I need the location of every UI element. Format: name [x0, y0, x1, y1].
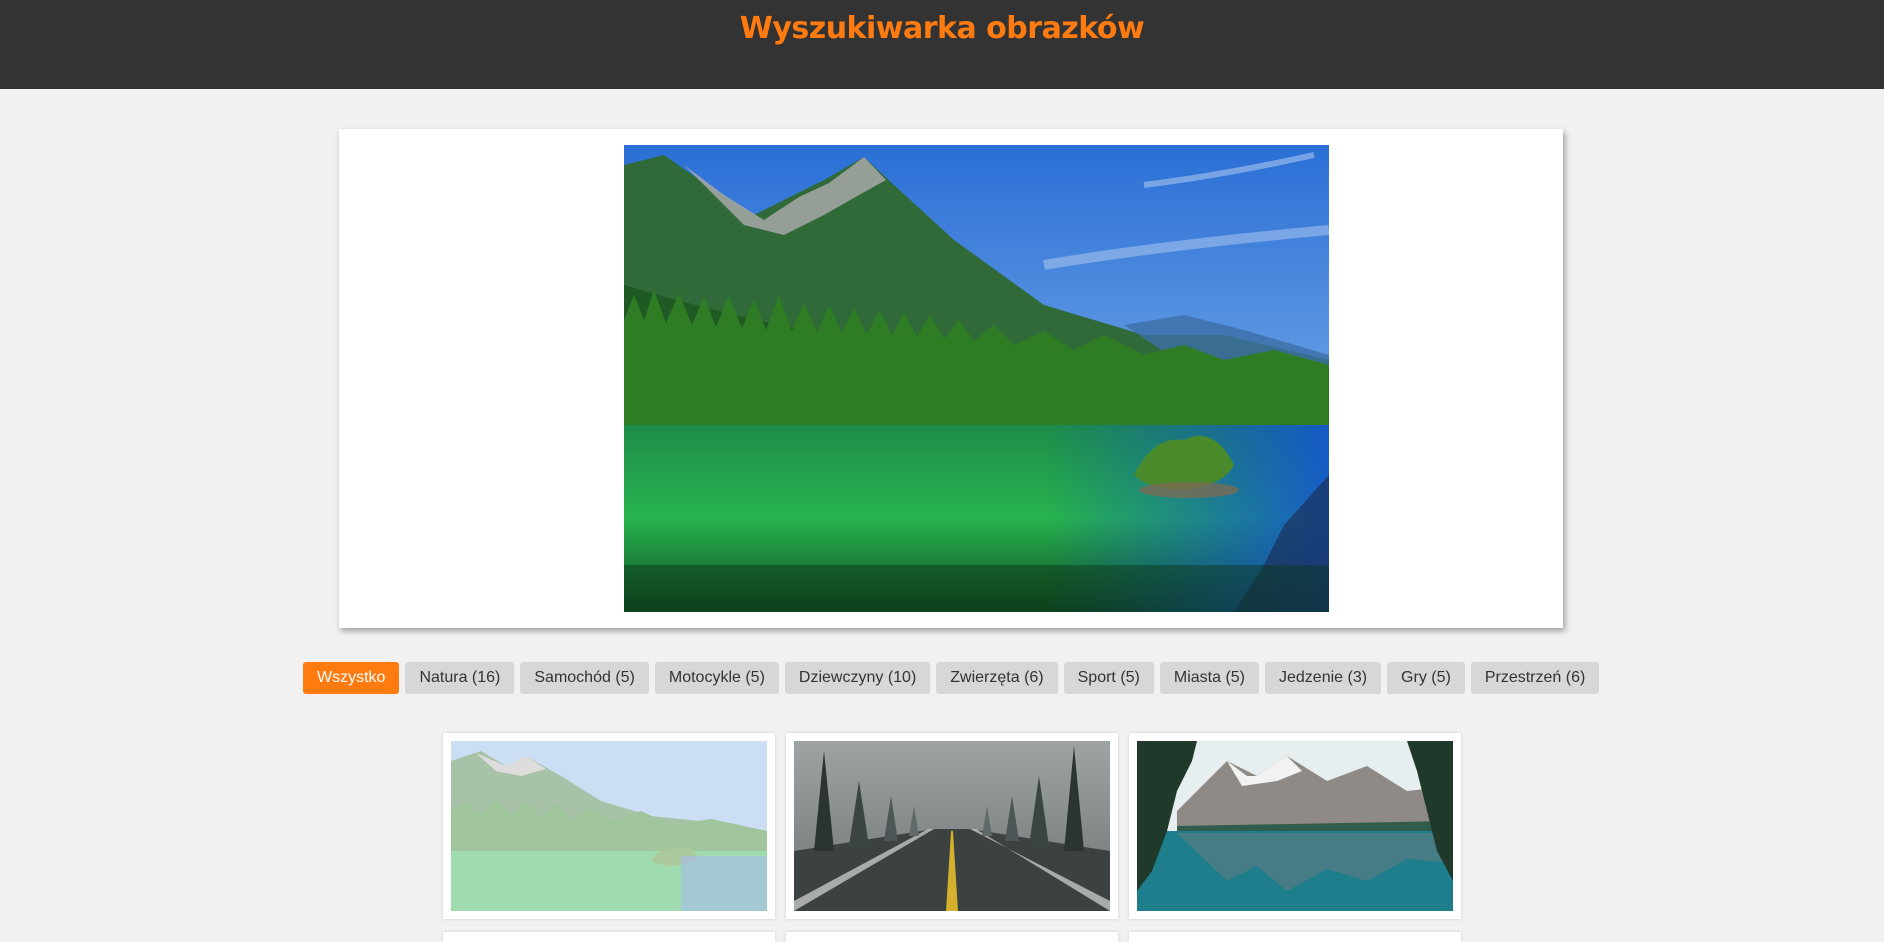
alpine-lake-thumbnail — [1137, 741, 1453, 911]
filter-girls-button[interactable]: Dziewczyny (10) — [784, 662, 931, 694]
filter-space-button[interactable]: Przestrzeń (6) — [1470, 662, 1600, 694]
gallery-thumbnail-partial[interactable] — [1129, 932, 1461, 942]
filter-all-button[interactable]: Wszystko — [303, 662, 400, 694]
image-viewer — [339, 129, 1563, 628]
forest-road-thumbnail — [794, 741, 1110, 911]
mountain-lake-photo — [624, 145, 1329, 612]
gallery-thumbnail[interactable] — [786, 733, 1118, 919]
filter-animals-button[interactable]: Zwierzęta (6) — [936, 662, 1058, 694]
filter-cities-button[interactable]: Miasta (5) — [1159, 662, 1259, 694]
filter-motorcycles-button[interactable]: Motocykle (5) — [654, 662, 779, 694]
filter-games-button[interactable]: Gry (5) — [1387, 662, 1465, 694]
filter-sport-button[interactable]: Sport (5) — [1063, 662, 1154, 694]
gallery-thumbnail-partial[interactable] — [443, 932, 775, 942]
gallery-thumbnail-partial[interactable] — [786, 932, 1118, 942]
gallery-thumbnail[interactable] — [443, 733, 775, 919]
filter-car-button[interactable]: Samochód (5) — [520, 662, 649, 694]
mountain-lake-thumbnail — [451, 741, 767, 911]
filter-nature-button[interactable]: Natura (16) — [405, 662, 515, 694]
page-header: Wyszukiwarka obrazków — [0, 0, 1884, 89]
gallery-thumbnail[interactable] — [1129, 733, 1461, 919]
category-filter-bar: Wszystko Natura (16) Samochód (5) Motocy… — [303, 662, 1603, 694]
filter-food-button[interactable]: Jedzenie (3) — [1265, 662, 1382, 694]
page-title: Wyszukiwarka obrazków — [739, 11, 1145, 46]
